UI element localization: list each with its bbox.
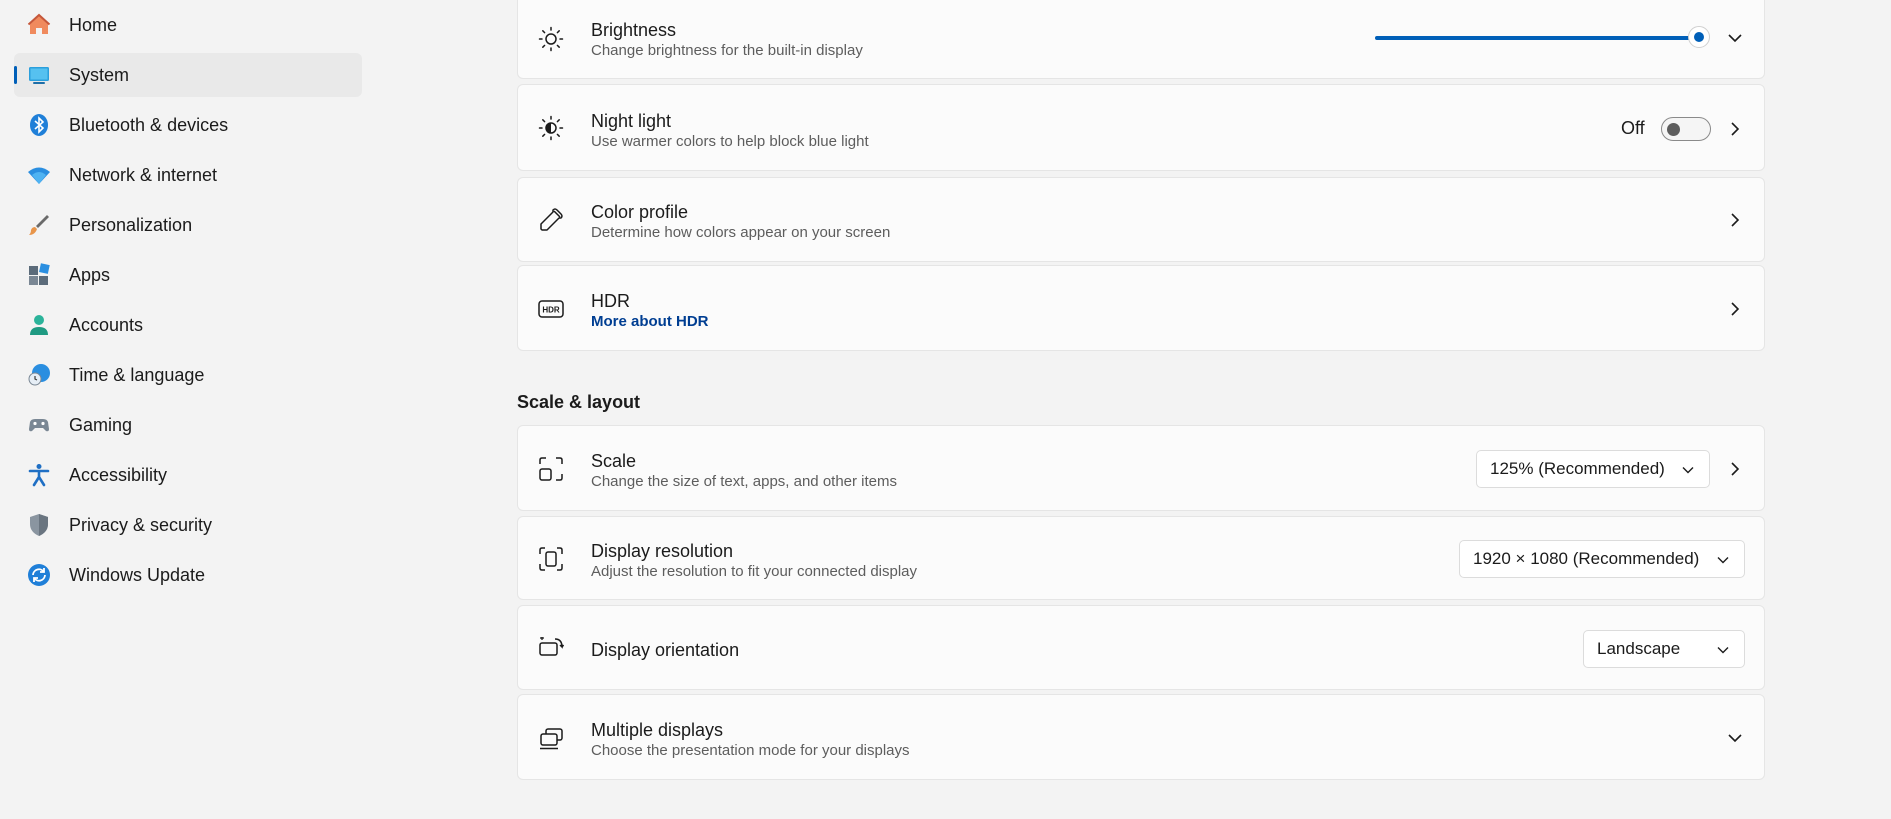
sidebar-item-label: Time & language — [69, 364, 205, 385]
sidebar-item-label: Network & internet — [69, 164, 218, 185]
sidebar-item-label: Gaming — [69, 414, 133, 435]
chevron-down-icon — [1717, 557, 1729, 564]
color-profile-card[interactable]: Color profile Determine how colors appea… — [517, 177, 1765, 262]
sidebar-item-privacy-security[interactable]: Privacy & security — [14, 503, 362, 547]
sidebar-item-bluetooth[interactable]: Bluetooth & devices — [14, 103, 362, 147]
gamepad-icon — [29, 419, 49, 432]
globe-clock-icon — [28, 364, 50, 386]
update-icon — [28, 564, 50, 586]
scale-subtitle: Change the size of text, apps, and other… — [591, 473, 898, 490]
brightness-slider-track[interactable] — [1375, 36, 1700, 40]
account-icon — [30, 315, 48, 335]
sidebar-item-personalization[interactable]: Personalization — [14, 203, 362, 247]
multiple-displays-subtitle: Choose the presentation mode for your di… — [591, 742, 910, 759]
scale-dropdown[interactable]: 125% (Recommended) — [1476, 450, 1710, 488]
sidebar-item-apps[interactable]: Apps — [14, 253, 362, 297]
brush-icon — [29, 215, 49, 235]
chevron-right-icon — [1731, 213, 1740, 227]
scale-title: Scale — [591, 451, 637, 471]
accessibility-icon — [28, 464, 50, 487]
sidebar-item-gaming[interactable]: Gaming — [14, 403, 362, 447]
display-resolution-title: Display resolution — [591, 541, 734, 561]
night-light-subtitle: Use warmer colors to help block blue lig… — [591, 133, 869, 150]
night-light-icon — [538, 115, 564, 141]
sun-icon — [538, 26, 564, 52]
resolution-icon — [539, 547, 563, 571]
sidebar-item-accounts[interactable]: Accounts — [14, 303, 362, 347]
sidebar-item-label: Personalization — [69, 214, 193, 235]
svg-text:HDR: HDR — [542, 306, 560, 315]
sidebar-item-network[interactable]: Network & internet — [14, 153, 362, 197]
section-title-scale-layout: Scale & layout — [517, 392, 641, 412]
sidebar-item-home[interactable]: Home — [14, 3, 362, 47]
brightness-slider-thumb[interactable] — [1688, 26, 1710, 48]
resolution-dropdown-value: 1920 × 1080 (Recommended) — [1473, 549, 1700, 568]
orientation-dropdown-value: Landscape — [1597, 639, 1681, 658]
hdr-icon: HDR — [538, 300, 564, 318]
sidebar-item-label: System — [69, 64, 130, 85]
sidebar-item-windows-update[interactable]: Windows Update — [14, 553, 362, 597]
apps-icon — [29, 263, 50, 285]
navigation-sidebar: Home System Bluetooth & devices Network … — [0, 0, 370, 819]
chevron-right-icon — [1731, 302, 1740, 316]
orientation-dropdown[interactable]: Landscape — [1583, 630, 1745, 668]
night-light-state: Off — [1621, 118, 1645, 138]
eyedropper-icon — [540, 208, 563, 231]
shield-icon — [30, 514, 48, 536]
scale-dropdown-value: 125% (Recommended) — [1490, 459, 1665, 478]
display-resolution-subtitle: Adjust the resolution to fit your connec… — [591, 563, 918, 580]
orientation-icon — [539, 637, 564, 656]
color-profile-title: Color profile — [591, 202, 689, 222]
night-light-title: Night light — [591, 111, 672, 131]
toggle-knob — [1667, 123, 1680, 136]
chevron-down-icon[interactable] — [1727, 30, 1743, 46]
brightness-title: Brightness — [591, 20, 677, 40]
multiple-displays-icon — [540, 728, 563, 750]
display-orientation-card: Display orientation — [517, 605, 1765, 690]
sidebar-item-label: Apps — [69, 264, 111, 285]
sidebar-item-label: Accounts — [69, 314, 144, 335]
sidebar-item-label: Windows Update — [69, 564, 206, 585]
chevron-right-icon — [1731, 122, 1740, 136]
chevron-down-icon — [1728, 734, 1742, 743]
system-icon — [29, 67, 49, 84]
night-light-toggle[interactable] — [1661, 117, 1711, 141]
bluetooth-icon — [30, 114, 48, 136]
brightness-subtitle: Change brightness for the built-in displ… — [591, 42, 863, 59]
sidebar-item-label: Home — [69, 14, 118, 35]
chevron-down-icon — [1717, 647, 1729, 654]
display-orientation-title: Display orientation — [591, 640, 740, 660]
scale-icon — [539, 457, 563, 481]
hdr-card[interactable]: HDR HDR More about HDR — [517, 265, 1765, 351]
sidebar-item-label: Accessibility — [69, 464, 168, 485]
sidebar-item-label: Privacy & security — [69, 514, 213, 535]
more-about-hdr-link[interactable]: More about HDR — [591, 313, 709, 330]
night-light-card[interactable]: Night light Use warmer colors to help bl… — [517, 84, 1765, 171]
multiple-displays-title: Multiple displays — [591, 720, 724, 740]
hdr-title: HDR — [591, 291, 630, 311]
home-icon — [27, 13, 51, 34]
multiple-displays-card[interactable]: Multiple displays Choose the presentatio… — [517, 694, 1765, 780]
wifi-icon — [28, 167, 50, 184]
resolution-dropdown[interactable]: 1920 × 1080 (Recommended) — [1459, 540, 1745, 578]
chevron-right-icon — [1731, 462, 1740, 476]
sidebar-item-accessibility[interactable]: Accessibility — [14, 453, 362, 497]
sidebar-item-system[interactable]: System — [14, 53, 362, 97]
color-profile-subtitle: Determine how colors appear on your scre… — [591, 224, 891, 241]
sidebar-item-label: Bluetooth & devices — [69, 114, 229, 135]
sidebar-item-time-language[interactable]: Time & language — [14, 353, 362, 397]
chevron-down-icon — [1682, 467, 1694, 474]
